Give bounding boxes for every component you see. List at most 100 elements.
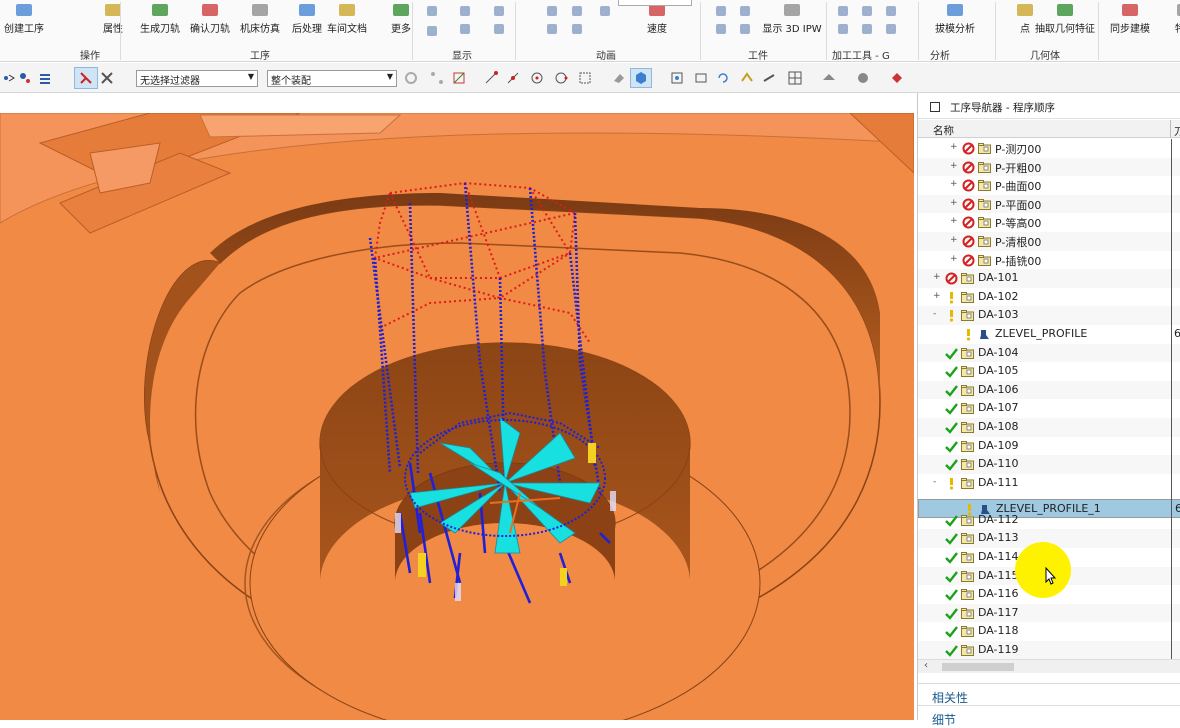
tree-row[interactable]: DA-107 [918, 399, 1180, 418]
expand-icon[interactable]: + [950, 161, 958, 171]
quadrant-icon[interactable] [554, 71, 568, 85]
properties-button[interactable]: 属性 [88, 0, 138, 46]
rewind-icon[interactable] [570, 22, 584, 36]
tool-grid-icon[interactable] [836, 22, 850, 36]
circle-icon[interactable] [458, 22, 472, 36]
type-filter-select[interactable]: 无选择过滤器 ▼ [136, 70, 258, 87]
tree-row[interactable]: + DA-102 [918, 288, 1180, 307]
render-style-icon[interactable] [822, 71, 836, 85]
rect-select-icon[interactable] [578, 71, 592, 85]
navigator-pin-icon[interactable] [930, 102, 940, 112]
tree-row[interactable]: + P-插铣00 [918, 251, 1180, 270]
point-snap-icon[interactable] [18, 71, 32, 85]
machine-simulation-button[interactable]: 机床仿真 [235, 0, 285, 46]
workpiece-3-icon[interactable] [738, 4, 752, 18]
column-name-header[interactable]: 名称 [933, 123, 954, 138]
scroll-left-icon[interactable]: ‹ [924, 660, 928, 671]
step-forward-icon[interactable] [598, 4, 612, 18]
view-orient-icon[interactable] [762, 71, 776, 85]
column-tool-header[interactable]: 刀 [1174, 123, 1180, 138]
expand-icon[interactable]: + [933, 291, 941, 301]
step-back-icon[interactable] [570, 4, 584, 18]
rotate-icon[interactable] [716, 71, 730, 85]
ribbon-group-label[interactable]: 分析 [930, 47, 950, 62]
tree-row[interactable]: + P-清根00 [918, 231, 1180, 251]
collapse-icon[interactable]: - [933, 309, 936, 319]
tree-row[interactable]: DA-118 [918, 622, 1180, 641]
more-button[interactable]: 更多 [376, 0, 426, 46]
tree-row[interactable]: + P-等高00 [918, 213, 1180, 232]
section-dependencies[interactable]: 相关性 [918, 683, 1180, 705]
tree-row[interactable]: DA-108 [918, 417, 1180, 437]
navigator-column-header[interactable]: 名称 刀 [918, 120, 1180, 138]
ribbon-group-label[interactable]: 动画 [596, 47, 616, 62]
expand-icon[interactable]: + [950, 254, 958, 264]
fit-view-icon[interactable] [670, 71, 684, 85]
edit-section-icon[interactable] [890, 71, 904, 85]
display-mode-2-icon[interactable] [425, 24, 439, 38]
tree-row[interactable]: DA-104 [918, 343, 1180, 363]
layout-icon[interactable] [788, 71, 802, 85]
zoom-icon[interactable] [694, 71, 708, 85]
tree-row[interactable]: DA-110 [918, 455, 1180, 474]
endpoint-icon[interactable] [484, 71, 498, 85]
verify-toolpath-button[interactable]: 确认刀轨 [185, 0, 235, 46]
ribbon-group-label[interactable]: 几何体 [1030, 47, 1060, 62]
select-body-icon[interactable] [100, 71, 114, 85]
collapse-icon[interactable]: - [933, 477, 936, 487]
tree-row[interactable]: + P-平面00 [918, 194, 1180, 214]
tool-flag-icon[interactable] [836, 4, 850, 18]
curve-icon[interactable] [458, 4, 472, 18]
tree-row[interactable]: DA-119 [918, 641, 1180, 659]
network-icon[interactable] [430, 71, 444, 85]
tree-row[interactable]: + P-曲面00 [918, 176, 1180, 195]
tree-row[interactable]: + DA-101 [918, 269, 1180, 288]
expand-icon[interactable]: + [950, 216, 958, 226]
graphics-viewport[interactable] [0, 113, 914, 720]
tool-sphere-icon[interactable] [884, 4, 898, 18]
center-icon[interactable] [530, 71, 544, 85]
gear-snap-icon[interactable] [404, 71, 418, 85]
tool-gear-icon[interactable] [884, 22, 898, 36]
assembly-select[interactable]: 整个装配 ▼ [267, 70, 397, 87]
draft-analysis-button[interactable]: 拔模分析 [930, 0, 980, 46]
speed-slider[interactable] [618, 0, 692, 6]
tool-group-icon[interactable] [860, 22, 874, 36]
sync-modeling-button[interactable]: 同步建模 [1105, 0, 1155, 46]
display-mode-icon[interactable] [425, 4, 439, 18]
scrollbar-thumb[interactable] [942, 663, 1014, 671]
tree-row[interactable]: ZLEVEL_PROFILE 6 [918, 325, 1180, 344]
expand-icon[interactable]: + [933, 272, 941, 282]
section-details[interactable]: 细节 [918, 705, 1180, 727]
ribbon-group-label[interactable]: 工序 [250, 47, 270, 62]
shop-doc-button[interactable]: 车间文档 [322, 0, 372, 46]
tree-row[interactable]: DA-112 [918, 511, 1180, 530]
tree-row[interactable]: - DA-103 [918, 306, 1180, 325]
ribbon-group-label[interactable]: 显示 [452, 47, 472, 62]
workpiece-icon[interactable] [714, 4, 728, 18]
tree-row[interactable]: DA-106 [918, 380, 1180, 400]
pause-icon[interactable] [545, 22, 559, 36]
list-icon[interactable] [38, 71, 52, 85]
tree-row[interactable]: DA-105 [918, 362, 1180, 381]
pan-icon[interactable] [740, 71, 754, 85]
tree-row[interactable]: DA-117 [918, 603, 1180, 623]
expand-icon[interactable]: + [950, 179, 958, 189]
expand-icon[interactable]: + [950, 198, 958, 208]
expand-icon[interactable]: + [950, 142, 958, 152]
workpiece-4-icon[interactable] [738, 22, 752, 36]
generate-toolpath-button[interactable]: 生成刀轨 [135, 0, 185, 46]
ribbon-group-label[interactable]: 操作 [80, 47, 100, 62]
snap-icon[interactable] [2, 71, 16, 85]
midpoint-icon[interactable] [506, 71, 520, 85]
tree-row[interactable]: + P-测刃00 [918, 139, 1180, 158]
tree-row[interactable]: - DA-111 [918, 474, 1180, 493]
tree-row[interactable]: + P-开粗00 [918, 157, 1180, 177]
ribbon-group-label[interactable]: 加工工具 - G [832, 47, 890, 62]
inferred-point-icon[interactable] [452, 71, 466, 85]
create-operation-button[interactable]: 创建工序 [0, 0, 48, 46]
workpiece-2-icon[interactable] [714, 22, 728, 36]
ribbon-group-label[interactable]: 工件 [748, 47, 768, 62]
sphere-icon[interactable] [856, 71, 870, 85]
tool-copy-icon[interactable] [860, 4, 874, 18]
